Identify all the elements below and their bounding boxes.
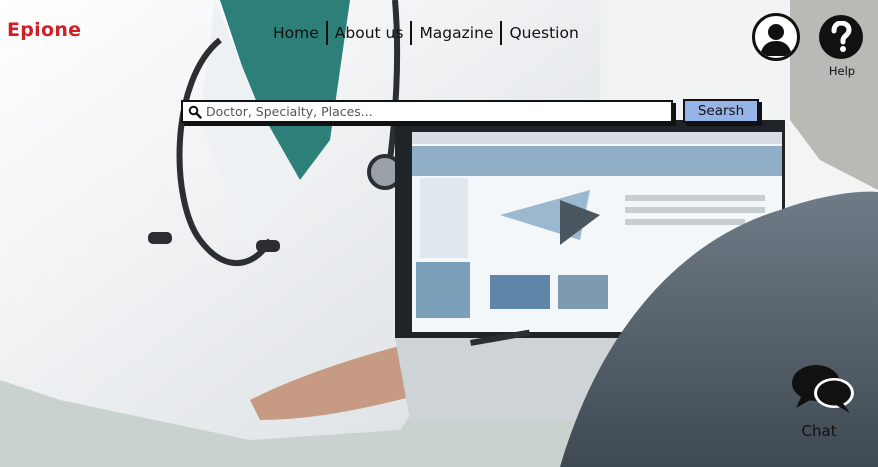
chat-bubbles-icon: [792, 365, 854, 413]
search-icon: [188, 105, 202, 119]
search-button[interactable]: Searsh: [683, 99, 759, 123]
chat-label: Chat: [801, 422, 837, 440]
brand-logo[interactable]: Epione: [7, 19, 81, 41]
search-input[interactable]: [206, 102, 671, 121]
help-button[interactable]: [819, 15, 863, 59]
nav-about-us[interactable]: About us: [328, 20, 411, 46]
nav-home[interactable]: Home: [266, 20, 326, 46]
question-circle-icon: [831, 21, 852, 52]
user-circle-icon: [760, 24, 792, 56]
account-button[interactable]: [752, 13, 800, 61]
hero-background-image: [0, 0, 878, 467]
main-nav: Home About us Magazine Question: [266, 20, 586, 46]
chat-button[interactable]: [790, 362, 856, 416]
search-bar: [181, 100, 673, 123]
nav-magazine[interactable]: Magazine: [412, 20, 500, 46]
nav-question[interactable]: Question: [502, 20, 585, 46]
help-label: Help: [828, 64, 856, 78]
